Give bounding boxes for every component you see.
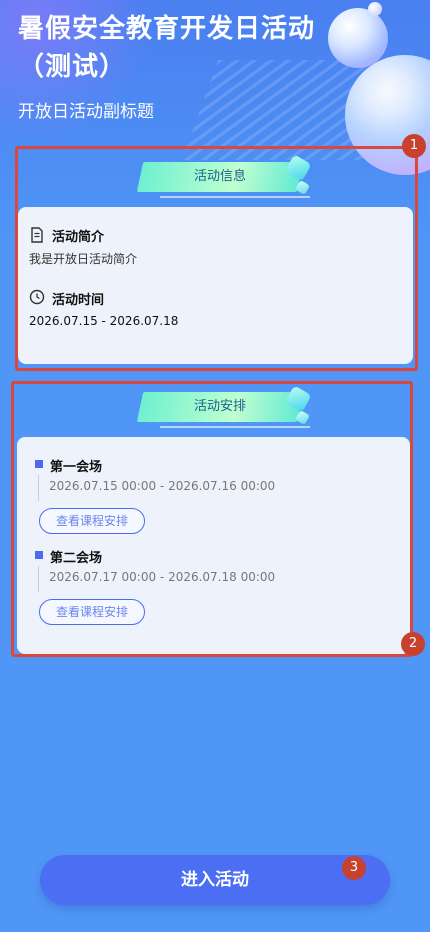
annotation-marker-3: 3 bbox=[342, 856, 366, 880]
annotation-marker-1: 1 bbox=[402, 134, 426, 158]
annotation-marker-2: 2 bbox=[401, 632, 425, 656]
annotation-box-1 bbox=[15, 146, 418, 371]
decorative-bubble-tiny bbox=[368, 2, 382, 16]
page-subtitle: 开放日活动副标题 bbox=[18, 102, 154, 122]
decorative-bubble-small bbox=[328, 8, 388, 68]
annotation-box-2 bbox=[11, 381, 413, 657]
enter-activity-button[interactable]: 进入活动 bbox=[40, 855, 390, 905]
page-title: 暑假安全教育开发日活动（测试） bbox=[18, 14, 316, 82]
